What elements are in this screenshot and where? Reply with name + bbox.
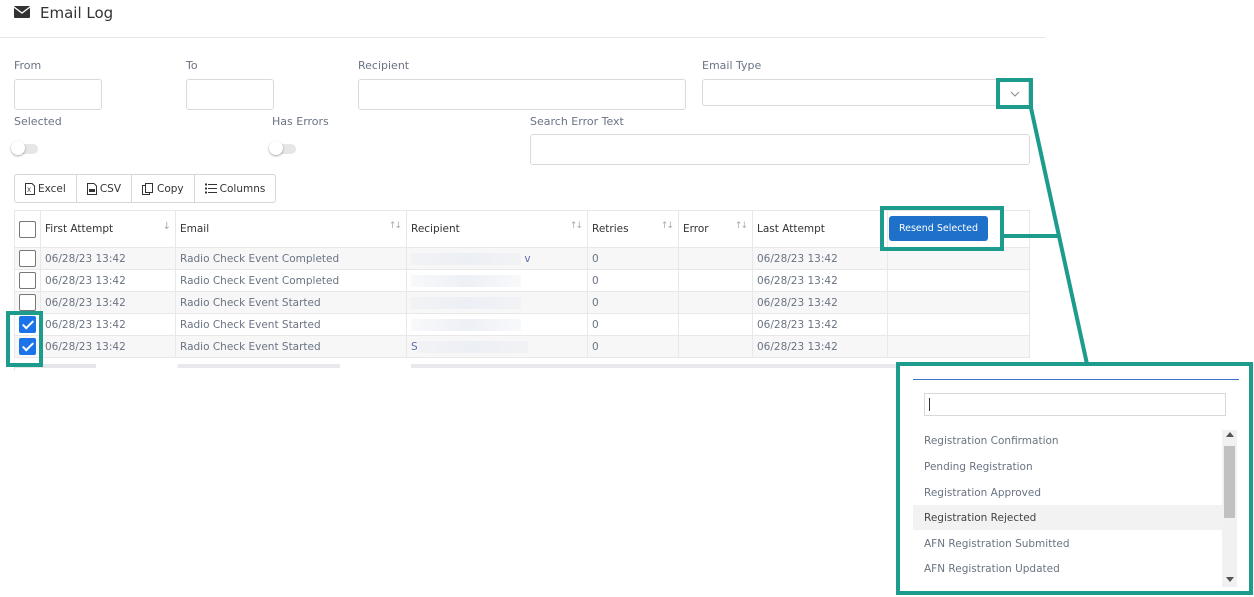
dropdown-option[interactable]: Registration Confirmation <box>913 428 1222 453</box>
dropdown-option[interactable]: Pending Registration <box>913 454 1222 479</box>
dropdown-option-active[interactable]: Registration Rejected <box>913 505 1222 530</box>
dropdown-top-border <box>913 379 1239 380</box>
scroll-down-arrow-icon[interactable] <box>1226 577 1234 582</box>
dropdown-option[interactable]: AFN Registration Submitted <box>913 531 1222 556</box>
dropdown-option[interactable]: Registration Approved <box>913 480 1222 505</box>
scroll-up-arrow-icon[interactable] <box>1226 432 1234 437</box>
text-cursor <box>929 398 930 411</box>
dropdown-option[interactable]: AFN Registration Updated <box>913 556 1222 581</box>
dropdown-search-input[interactable] <box>924 393 1226 416</box>
dropdown-scroll-thumb[interactable] <box>1224 446 1235 518</box>
